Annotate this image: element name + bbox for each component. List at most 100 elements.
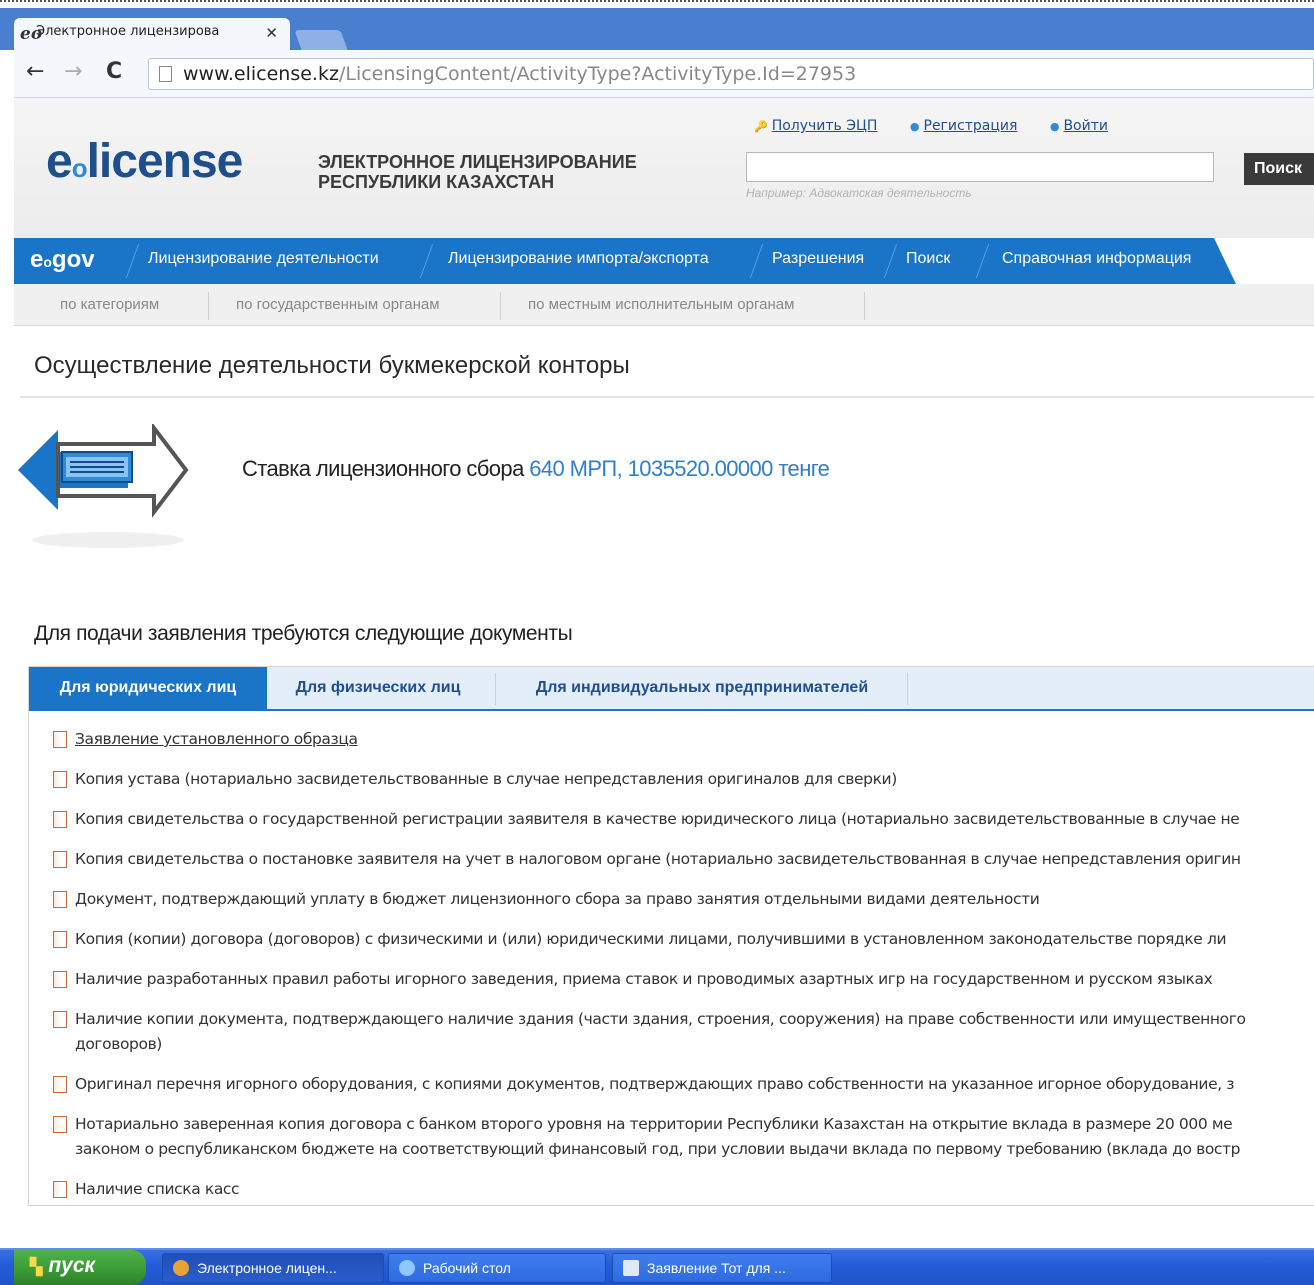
required-docs-heading: Для подачи заявления требуются следующие… bbox=[34, 622, 573, 645]
documents-panel: Для юридических лиц Для физических лиц Д… bbox=[28, 666, 1314, 1206]
egov-text: gov bbox=[51, 246, 95, 273]
url-path: /LicensingContent/ActivityType?ActivityT… bbox=[338, 63, 857, 85]
fee-value: 640 МРП, 1035520.00000 тенге bbox=[529, 456, 830, 481]
document-text: Копия свидетельства о государственной ре… bbox=[75, 810, 1240, 828]
new-tab-button[interactable] bbox=[294, 30, 348, 50]
taskbar-item-desktop[interactable]: Рабочий стол bbox=[388, 1253, 606, 1283]
main-nav: eogov Лицензирование деятельности Лиценз… bbox=[14, 238, 1314, 284]
document-link[interactable]: Заявление установленного образца bbox=[75, 727, 1314, 752]
tagline-line-1: ЭЛЕКТРОННОЕ ЛИЦЕНЗИРОВАНИЕ bbox=[318, 152, 637, 172]
document-icon bbox=[53, 971, 67, 988]
list-item: Копия свидетельства о государственной ре… bbox=[51, 807, 1314, 832]
tab-separator bbox=[907, 673, 908, 705]
document-icon bbox=[53, 1181, 67, 1198]
taskbar-item-browser[interactable]: Электронное лицен... bbox=[162, 1253, 384, 1283]
close-tab-icon[interactable]: ✕ bbox=[265, 24, 278, 42]
windows-taskbar: ▚ пуск Электронное лицен... Рабочий стол … bbox=[0, 1248, 1314, 1285]
search-hint: Например: Адвокатская деятельность bbox=[746, 186, 972, 200]
document-text: Копия устава (нотариально засвидетельств… bbox=[75, 770, 897, 788]
egov-logo[interactable]: eogov bbox=[30, 246, 95, 274]
document-icon bbox=[53, 1076, 67, 1093]
reload-icon[interactable]: C bbox=[106, 60, 122, 84]
elicense-logo[interactable]: eolicense bbox=[46, 134, 244, 189]
register-link[interactable]: Регистрация bbox=[924, 118, 1018, 134]
site-search-input[interactable] bbox=[746, 152, 1214, 182]
document-icon bbox=[53, 1011, 67, 1028]
taskbar-item-label: Заявление Тот для ... bbox=[647, 1260, 786, 1276]
subnav-separator bbox=[500, 292, 501, 320]
back-arrow-icon[interactable]: ← bbox=[26, 60, 44, 84]
browser-toolbar: ← → C www.elicense.kz/LicensingContent/A… bbox=[14, 50, 1314, 98]
list-item: Наличие списка касс bbox=[51, 1177, 1314, 1202]
egov-dot: o bbox=[43, 254, 52, 270]
fee-label: Ставка лицензионного сбора bbox=[242, 456, 524, 481]
subnav-by-category[interactable]: по категориям bbox=[60, 296, 159, 313]
document-icon bbox=[53, 851, 67, 868]
browser-tab-strip: eo Электронное лицензирова ✕ bbox=[0, 0, 1314, 50]
site-tagline: ЭЛЕКТРОННОЕ ЛИЦЕНЗИРОВАНИЕ РЕСПУБЛИКИ КА… bbox=[318, 152, 698, 192]
document-text: Копия (копии) договора (договоров) с физ… bbox=[75, 930, 1227, 948]
key-icon: ● bbox=[1049, 120, 1060, 133]
get-eds-link[interactable]: Получить ЭЦП bbox=[772, 118, 878, 134]
document-text: Копия свидетельства о постановке заявите… bbox=[75, 850, 1241, 868]
list-item: Нотариально заверенная копия договора с … bbox=[51, 1112, 1314, 1162]
document-icon bbox=[53, 1116, 67, 1133]
document-text: Оригинал перечня игорного оборудования, … bbox=[75, 1075, 1235, 1093]
title-divider bbox=[20, 396, 1314, 398]
document-icon bbox=[53, 811, 67, 828]
page-icon bbox=[159, 66, 172, 82]
logo-text: license bbox=[86, 135, 244, 188]
list-item: Копия (копии) договора (договоров) с физ… bbox=[51, 927, 1314, 952]
list-item: Наличие копии документа, подтверждающего… bbox=[51, 1007, 1314, 1057]
tab-entrepreneurs[interactable]: Для индивидуальных предпринимателей bbox=[503, 667, 901, 711]
taskbar-item-document[interactable]: Заявление Тот для ... bbox=[612, 1253, 832, 1283]
tab-individuals[interactable]: Для физических лиц bbox=[275, 667, 481, 711]
forward-arrow-icon[interactable]: → bbox=[64, 60, 82, 84]
taskbar-item-label: Электронное лицен... bbox=[197, 1260, 337, 1276]
subnav-by-local-bodies[interactable]: по местным исполнительным органам bbox=[528, 296, 794, 313]
start-button[interactable]: ▚ пуск bbox=[14, 1250, 146, 1285]
page-title: Осуществление деятельности букмекерской … bbox=[34, 352, 630, 379]
address-bar[interactable]: www.elicense.kz/LicensingContent/Activit… bbox=[148, 58, 1314, 90]
document-text: Нотариально заверенная копия договора с … bbox=[75, 1115, 1233, 1133]
list-item: Копия свидетельства о постановке заявите… bbox=[51, 847, 1314, 872]
subnav-by-state-bodies[interactable]: по государственным органам bbox=[236, 296, 440, 313]
subnav-separator bbox=[864, 292, 865, 320]
search-button[interactable]: Поиск bbox=[1244, 153, 1314, 185]
browser-tab[interactable]: eo Электронное лицензирова ✕ bbox=[14, 18, 290, 50]
list-item: Документ, подтверждающий уплату в бюджет… bbox=[51, 887, 1314, 912]
site-favicon-icon: eo bbox=[20, 24, 43, 44]
nav-item-reference[interactable]: Справочная информация bbox=[1002, 250, 1191, 268]
site-header: eolicense ЭЛЕКТРОННОЕ ЛИЦЕНЗИРОВАНИЕ РЕС… bbox=[14, 98, 1314, 238]
chrome-icon bbox=[173, 1260, 189, 1276]
key-icon: 🔑 bbox=[754, 120, 768, 133]
nav-item-licensing-activity[interactable]: Лицензирование деятельности bbox=[148, 250, 379, 268]
key-icon: ● bbox=[909, 120, 920, 133]
login-link[interactable]: Войти bbox=[1063, 118, 1108, 134]
document-text: Наличие списка касс bbox=[75, 1180, 240, 1198]
nav-item-search[interactable]: Поиск bbox=[906, 250, 950, 268]
tab-legal-entities[interactable]: Для юридических лиц bbox=[29, 667, 267, 711]
document-icon bbox=[53, 891, 67, 908]
start-label: пуск bbox=[48, 1254, 96, 1277]
document-icon bbox=[53, 771, 67, 788]
document-text: Наличие разработанных правил работы игор… bbox=[75, 970, 1213, 988]
sub-nav: по категориям по государственным органам… bbox=[14, 284, 1314, 326]
license-document-icon bbox=[18, 424, 189, 548]
logo-dot: o bbox=[71, 153, 88, 183]
list-item: Наличие разработанных правил работы игор… bbox=[51, 967, 1314, 992]
subnav-separator bbox=[208, 292, 209, 320]
documents-tabs: Для юридических лиц Для физических лиц Д… bbox=[29, 667, 1314, 711]
document-text-continued: договоров) bbox=[75, 1035, 162, 1053]
document-icon bbox=[53, 931, 67, 948]
tab-separator bbox=[495, 673, 496, 705]
document-text: Наличие копии документа, подтверждающего… bbox=[75, 1010, 1246, 1028]
nav-item-import-export[interactable]: Лицензирование импорта/экспорта bbox=[448, 250, 709, 268]
list-item[interactable]: Заявление установленного образца bbox=[51, 727, 1314, 752]
nav-item-permits[interactable]: Разрешения bbox=[772, 250, 864, 268]
document-icon bbox=[623, 1260, 639, 1276]
documents-list: Заявление установленного образца Копия у… bbox=[51, 727, 1314, 1202]
url-host: www.elicense.kz bbox=[183, 63, 339, 85]
document-text-continued: законом о республиканском бюджете на соо… bbox=[75, 1140, 1241, 1158]
ie-icon bbox=[399, 1260, 415, 1276]
